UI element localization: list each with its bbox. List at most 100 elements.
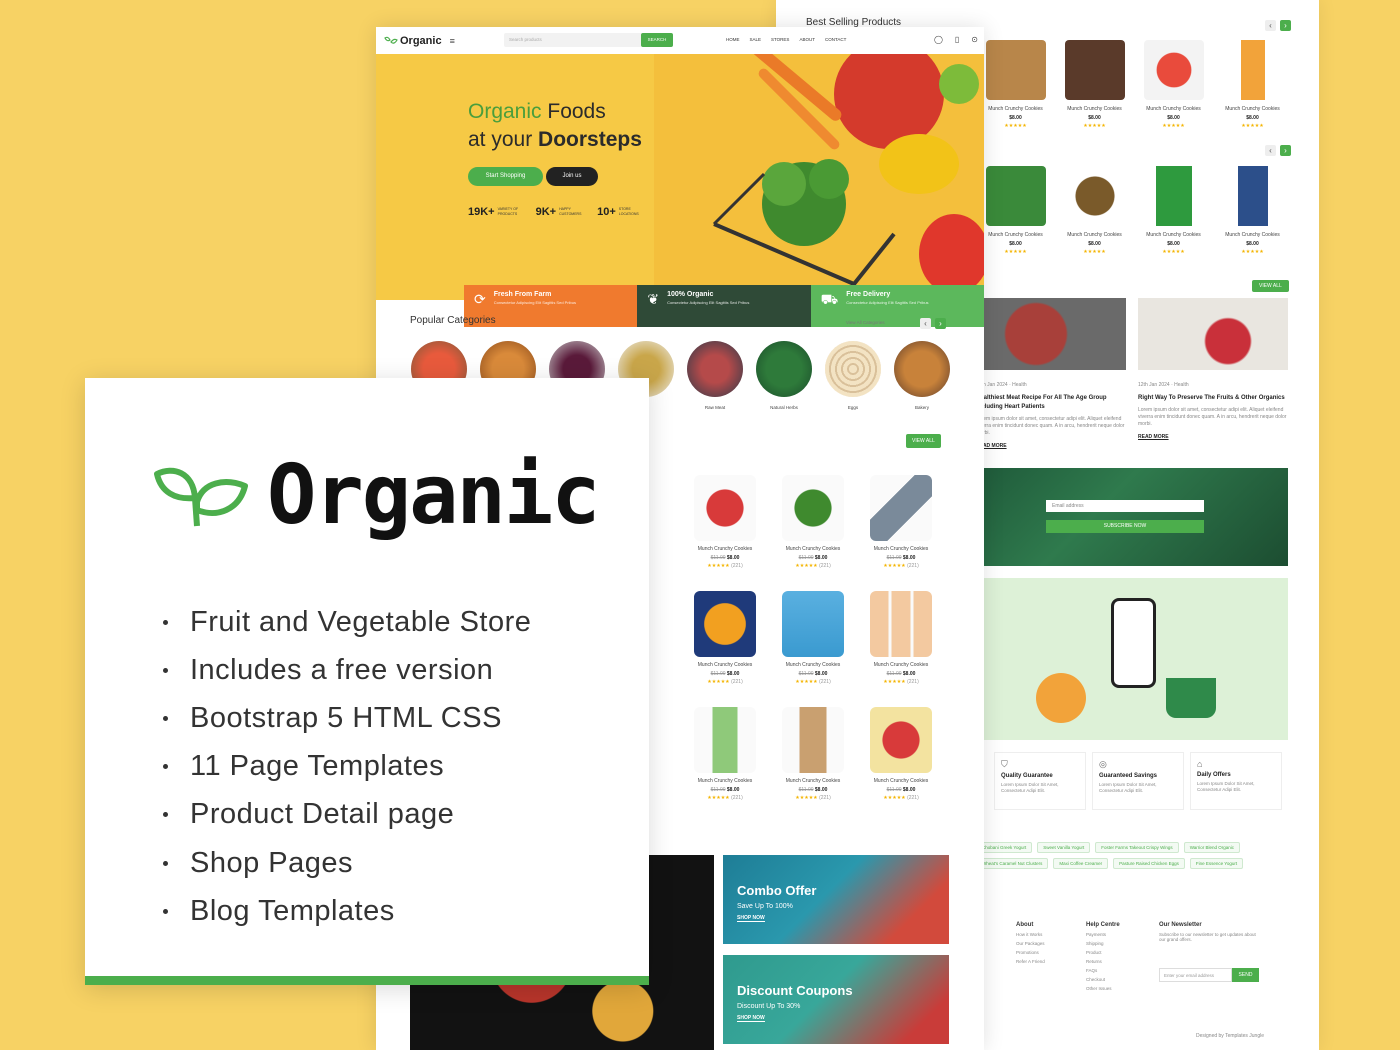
product-card[interactable]: Munch Crunchy Cookies $11.00 $8.00 ★★★★★ (…: [769, 707, 857, 801]
next-arrow-icon[interactable]: ›: [935, 318, 946, 329]
view-all-button[interactable]: VIEW ALL: [1252, 280, 1289, 292]
product-name: Munch Crunchy Cookies: [785, 546, 841, 552]
product-name: Munch Crunchy Cookies: [785, 778, 841, 784]
nav-link-about[interactable]: ABOUT: [799, 37, 815, 42]
prev-arrow-icon[interactable]: ‹: [1265, 145, 1276, 156]
hero-stats: 19K+ VARIETY OF PRODUCTS 9K+ HAPPY CUSTOME…: [468, 206, 649, 218]
product-price: $8.00: [1167, 241, 1180, 247]
blog-title[interactable]: Healthiest Meat Recipe For All The Age G…: [976, 394, 1126, 412]
shop-now-link[interactable]: SHOP NOW: [737, 1015, 765, 1022]
read-more-link[interactable]: READ MORE: [1138, 434, 1288, 440]
footer-link[interactable]: Other Issues: [1086, 986, 1120, 991]
footer-link[interactable]: FAQs: [1086, 968, 1120, 973]
search-button[interactable]: SEARCH: [641, 33, 673, 47]
product-card[interactable]: Munch Crunchy Cookies $8.00 ★★★★★: [1055, 40, 1134, 129]
rating-stars-icon: ★★★★★: [1083, 123, 1106, 129]
rating-stars-icon: ★★★★★: [1241, 249, 1264, 255]
footer-link[interactable]: Product: [1086, 950, 1120, 955]
footer-email-input[interactable]: Enter your email address: [1159, 968, 1232, 982]
blog-title[interactable]: Right Way To Preserve The Fruits & Other…: [1138, 394, 1288, 403]
product-price: $11.00 $8.00: [798, 787, 828, 793]
product-card[interactable]: Munch Crunchy Cookies $11.00 $8.00 ★★★★★ (…: [681, 707, 769, 801]
footer-send-button[interactable]: SEND: [1232, 968, 1259, 982]
rating-stars-icon: ★★★★★ (221): [707, 563, 743, 569]
discount-coupons-banner[interactable]: Discount Coupons Discount Up To 30% SHOP…: [723, 955, 949, 1044]
feature-item: 11 Page Templates: [163, 743, 531, 791]
footer-heading: About: [1016, 922, 1034, 928]
start-shopping-button[interactable]: Start Shopping: [468, 167, 543, 186]
tag[interactable]: Fine Essence Yogurt: [1189, 858, 1244, 869]
category-item[interactable]: Bakery: [893, 341, 951, 410]
wishlist-icon[interactable]: ▯: [955, 35, 959, 44]
footer-link[interactable]: How it Works: [1016, 932, 1045, 937]
nav-icons: ◯ ▯ ⊙: [934, 35, 978, 44]
footer-link[interactable]: Returns: [1086, 959, 1120, 964]
bullet-icon: [163, 860, 168, 866]
category-item[interactable]: Natural Herbs: [755, 341, 813, 410]
product-card[interactable]: Munch Crunchy Cookies $8.00 ★★★★★: [976, 40, 1055, 129]
footer-link[interactable]: Checkout: [1086, 977, 1120, 982]
product-price: $11.00 $8.00: [710, 787, 740, 793]
tag[interactable]: Warrior Blend Organic: [1183, 842, 1241, 853]
tag[interactable]: Maxi Coffee Creamer: [1053, 858, 1109, 869]
prev-arrow-icon[interactable]: ‹: [920, 318, 931, 329]
menu-icon[interactable]: ≡: [450, 36, 455, 46]
product-card[interactable]: Munch Crunchy Cookies $11.00 $8.00 ★★★★★ (…: [857, 707, 945, 801]
footer-link[interactable]: Our Packages: [1016, 941, 1045, 946]
nav-link-contact[interactable]: CONTACT: [825, 37, 846, 42]
combo-offer-banner[interactable]: Combo Offer Save Up To 100% SHOP NOW: [723, 855, 949, 944]
product-card[interactable]: Munch Crunchy Cookies $11.00 $8.00 ★★★★★ (…: [857, 591, 945, 685]
product-card[interactable]: Munch Crunchy Cookies $8.00 ★★★★★: [1134, 166, 1213, 255]
user-icon[interactable]: ◯: [934, 35, 943, 44]
nav-logo[interactable]: Organic: [384, 35, 442, 47]
category-item[interactable]: Raw Meat: [686, 341, 744, 410]
nav-link-sale[interactable]: SALE: [750, 37, 762, 42]
footer-link[interactable]: Shipping: [1086, 941, 1120, 946]
nav-link-stores[interactable]: STORES: [771, 37, 789, 42]
tag[interactable]: Pasture Raised Chicken Eggs: [1113, 858, 1185, 869]
nav-link-home[interactable]: HOME: [726, 37, 740, 42]
product-card[interactable]: Munch Crunchy Cookies $8.00 ★★★★★: [976, 166, 1055, 255]
category-image: [825, 341, 881, 397]
next-arrow-icon[interactable]: ›: [1280, 20, 1291, 31]
next-arrow-icon[interactable]: ›: [1280, 145, 1291, 156]
category-item[interactable]: Eggs: [824, 341, 882, 410]
product-price: $8.00: [1246, 241, 1259, 247]
product-card[interactable]: Munch Crunchy Cookies $8.00 ★★★★★: [1055, 166, 1134, 255]
footer-heading: Our Newsletter: [1159, 922, 1202, 928]
tag[interactable]: Sweet Vanilla Yogurt: [1037, 842, 1091, 853]
subscribe-button[interactable]: SUBSCRIBE NOW: [1046, 520, 1204, 533]
product-name: Munch Crunchy Cookies: [697, 662, 753, 668]
footer-link[interactable]: Promotions: [1016, 950, 1045, 955]
join-us-button[interactable]: Join us: [546, 167, 598, 186]
view-all-categories-link[interactable]: View All Categories: [846, 320, 885, 325]
shop-now-link[interactable]: SHOP NOW: [737, 915, 765, 922]
search-input[interactable]: Search products: [504, 33, 642, 47]
read-more-link[interactable]: READ MORE: [976, 443, 1126, 449]
tag[interactable]: Foster Farms Takeout Crispy Wings: [1095, 842, 1179, 853]
app-promo-band: [976, 578, 1288, 740]
product-card[interactable]: Munch Crunchy Cookies $11.00 $8.00 ★★★★★ (…: [769, 475, 857, 569]
feature-item: Fruit and Vegetable Store: [163, 598, 531, 646]
promo-subtitle: Discount Up To 30%: [737, 1003, 801, 1010]
footer-about: About How it Works Our Packages Promotio…: [1016, 922, 1045, 964]
view-all-button[interactable]: VIEW ALL: [906, 434, 941, 448]
product-card[interactable]: Munch Crunchy Cookies $11.00 $8.00 ★★★★★ (…: [681, 475, 769, 569]
newsletter-email-input[interactable]: Email address: [1046, 500, 1204, 512]
footer-link[interactable]: Refer A Friend: [1016, 959, 1045, 964]
cart-icon[interactable]: ⊙: [971, 35, 978, 44]
prev-arrow-icon[interactable]: ‹: [1265, 20, 1276, 31]
product-image: [985, 166, 1046, 226]
product-image: [694, 591, 756, 657]
product-card[interactable]: Munch Crunchy Cookies $8.00 ★★★★★: [1213, 166, 1292, 255]
tag[interactable]: Chobani Greek Yogurt: [976, 842, 1033, 853]
product-card[interactable]: Munch Crunchy Cookies $11.00 $8.00 ★★★★★ (…: [769, 591, 857, 685]
blog-card[interactable]: 12th Jan 2024 · Health Healthiest Meat R…: [976, 298, 1126, 456]
blog-card[interactable]: 12th Jan 2024 · Health Right Way To Pres…: [1138, 298, 1288, 456]
product-card[interactable]: Munch Crunchy Cookies $8.00 ★★★★★: [1134, 40, 1213, 129]
product-card[interactable]: Munch Crunchy Cookies $11.00 $8.00 ★★★★★ (…: [857, 475, 945, 569]
product-card[interactable]: Munch Crunchy Cookies $11.00 $8.00 ★★★★★ (…: [681, 591, 769, 685]
tag[interactable]: Wheat's Caramel Nut Clusters: [976, 858, 1049, 869]
product-card[interactable]: Munch Crunchy Cookies $8.00 ★★★★★: [1213, 40, 1292, 129]
footer-link[interactable]: Payments: [1086, 932, 1120, 937]
